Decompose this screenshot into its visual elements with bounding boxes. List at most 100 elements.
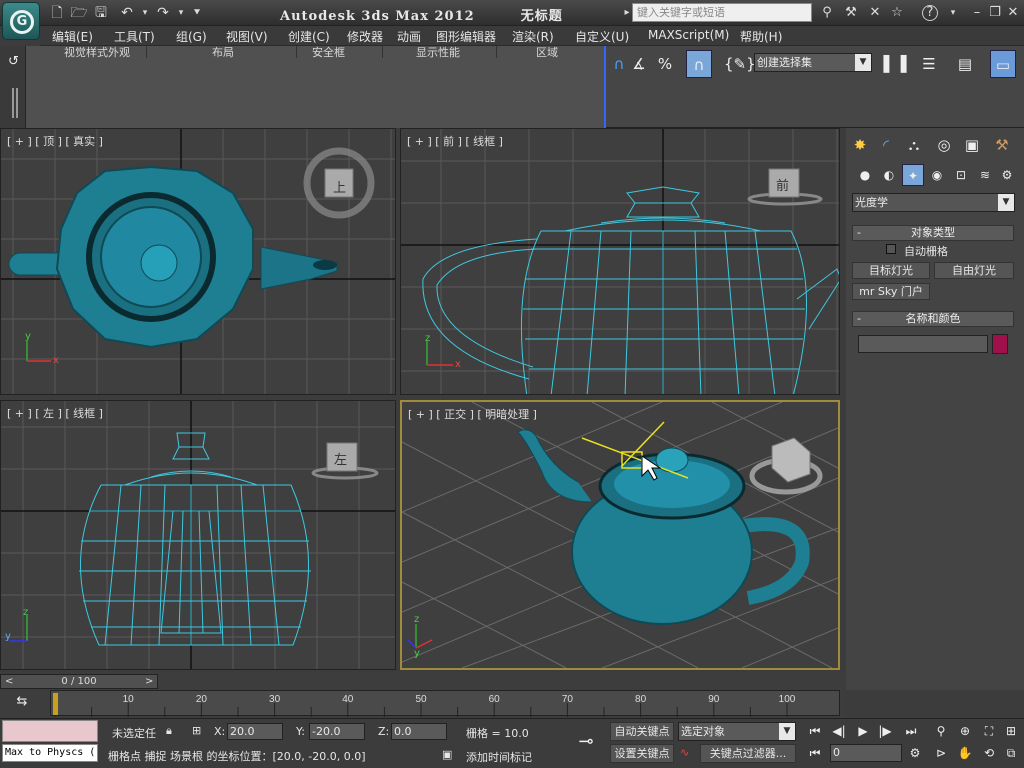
- menu-help[interactable]: 帮助(H): [740, 28, 782, 45]
- menu-rendering[interactable]: 渲染(R): [512, 28, 554, 45]
- systems-icon[interactable]: ⚙: [996, 164, 1018, 186]
- next-frame-icon[interactable]: |▶: [876, 722, 894, 740]
- angle-snap-icon[interactable]: ∡: [626, 50, 652, 78]
- key-mode-toggle-icon[interactable]: ⏮: [806, 744, 824, 762]
- communication-center-icon[interactable]: ✕: [866, 4, 884, 22]
- zoom-icon[interactable]: ⚲: [932, 722, 950, 740]
- close-icon[interactable]: ✕: [1004, 4, 1022, 22]
- play-icon[interactable]: ▶: [854, 722, 872, 740]
- previous-frame-icon[interactable]: ◀|: [830, 722, 848, 740]
- binoculars-icon[interactable]: ⚲: [818, 4, 836, 22]
- maxscript-mini-listener[interactable]: Max to Physcs (: [2, 744, 98, 762]
- search-input[interactable]: 键入关键字或短语: [632, 3, 812, 22]
- ribbon-toggle-button-icon[interactable]: ▭: [990, 50, 1016, 78]
- z-coordinate-field[interactable]: 0.0: [391, 723, 447, 740]
- geometry-icon[interactable]: ●: [854, 164, 876, 186]
- menu-modifiers[interactable]: 修改器: [347, 28, 383, 45]
- viewport-left-label[interactable]: [ + ] [ 左 ] [ 线框 ]: [7, 405, 103, 421]
- viewcube-top-face[interactable]: 上: [333, 177, 346, 196]
- object-type-rollout[interactable]: - 对象类型: [852, 225, 1014, 241]
- quick-access-menu-icon[interactable]: ⯆: [188, 4, 206, 22]
- time-configuration-icon[interactable]: ⚙: [906, 744, 924, 762]
- go-to-start-icon[interactable]: ⏮: [806, 722, 824, 740]
- minimize-icon[interactable]: –: [968, 4, 986, 22]
- viewcube-front-face[interactable]: 前: [776, 175, 789, 194]
- lights-icon[interactable]: ✦: [902, 164, 924, 186]
- zoom-extents-all-icon[interactable]: ⊞: [1002, 722, 1020, 740]
- time-slider[interactable]: < 0 / 100 >: [0, 674, 158, 689]
- set-key-icon[interactable]: ⊸: [566, 724, 606, 760]
- helpers-icon[interactable]: ⊡: [950, 164, 972, 186]
- hierarchy-tab-icon[interactable]: ⛬: [902, 134, 926, 156]
- time-tag-icon[interactable]: ▣: [442, 748, 452, 761]
- undo-dropdown-icon[interactable]: ▾: [136, 4, 154, 22]
- viewport-top[interactable]: [ + ] [ 顶 ] [ 真实 ] 上 y x: [0, 128, 396, 395]
- x-coordinate-field[interactable]: 20.0: [227, 723, 283, 740]
- menu-customize[interactable]: 自定义(U): [575, 28, 629, 45]
- save-icon[interactable]: 🖫: [92, 4, 110, 22]
- menu-create[interactable]: 创建(C): [288, 28, 330, 45]
- display-tab-icon[interactable]: ▣: [960, 134, 984, 156]
- align-icon[interactable]: ☰: [916, 50, 942, 78]
- key-mode-dropdown[interactable]: 选定对象 ▼: [678, 722, 796, 741]
- edit-named-selection-icon[interactable]: {✎}: [724, 50, 756, 78]
- time-slider-next[interactable]: >: [145, 675, 153, 688]
- create-tab-icon[interactable]: ✸: [848, 134, 872, 156]
- undo-icon[interactable]: ↶: [118, 4, 136, 22]
- viewport-front-label[interactable]: [ + ] [ 前 ] [ 线框 ]: [407, 133, 503, 149]
- auto-key-button[interactable]: 自动关键点: [610, 722, 674, 741]
- ribbon-tab-layout[interactable]: 布局: [212, 44, 234, 60]
- menu-views[interactable]: 视图(V): [226, 28, 268, 45]
- auto-grid-checkbox[interactable]: [886, 244, 896, 254]
- target-light-button[interactable]: 目标灯光: [852, 262, 930, 279]
- maximize-viewport-icon[interactable]: ⧉: [1002, 744, 1020, 762]
- modify-tab-icon[interactable]: ◜: [874, 134, 898, 156]
- lock-icon[interactable]: 🔒︎: [166, 724, 172, 738]
- orbit-icon[interactable]: ⟲: [980, 744, 998, 762]
- object-color-swatch[interactable]: [992, 334, 1008, 354]
- viewport-left[interactable]: [ + ] [ 左 ] [ 线框 ] 左 z y: [0, 400, 396, 670]
- restore-icon[interactable]: ❐: [986, 4, 1004, 22]
- ribbon-tab-display-performance[interactable]: 显示性能: [416, 44, 460, 60]
- subscription-icon[interactable]: ⚒: [842, 4, 860, 22]
- shapes-icon[interactable]: ◐: [878, 164, 900, 186]
- y-coordinate-field[interactable]: -20.0: [309, 723, 365, 740]
- menu-maxscript[interactable]: MAXScript(M): [648, 28, 729, 42]
- space-warps-icon[interactable]: ≋: [974, 164, 996, 186]
- free-light-button[interactable]: 自由灯光: [934, 262, 1014, 279]
- object-category-dropdown[interactable]: 光度学 ▼: [852, 193, 1015, 212]
- mirror-icon[interactable]: ▌▐: [882, 50, 908, 78]
- viewport-top-label[interactable]: [ + ] [ 顶 ] [ 真实 ]: [7, 133, 103, 149]
- key-filters-button[interactable]: 关键点过滤器...: [700, 744, 796, 763]
- help-dropdown-icon[interactable]: ▾: [944, 4, 962, 22]
- zoom-all-icon[interactable]: ⊕: [956, 722, 974, 740]
- track-bar[interactable]: 10 20 30 40 50 60 70 80 90 100: [50, 690, 840, 717]
- current-frame-field[interactable]: 0: [830, 744, 902, 762]
- open-file-icon[interactable]: 🗁: [70, 4, 88, 22]
- maxscript-listener-color[interactable]: [2, 720, 98, 742]
- ribbon-grip-icon[interactable]: [12, 88, 18, 118]
- viewcube-ortho[interactable]: [749, 437, 823, 495]
- ribbon-tab-safe-frame[interactable]: 安全框: [312, 44, 345, 60]
- ribbon-tab-visual-style[interactable]: 视觉样式外观: [64, 44, 130, 60]
- named-selection-set-dropdown[interactable]: 创建选择集 ▼: [754, 53, 872, 72]
- menu-graph-editors[interactable]: 图形编辑器: [436, 28, 496, 45]
- mr-sky-portal-button[interactable]: mr Sky 门户: [852, 283, 930, 300]
- time-slider-prev[interactable]: <: [5, 675, 13, 688]
- layer-manager-icon[interactable]: ▤: [952, 50, 978, 78]
- percent-snap-icon[interactable]: %: [652, 50, 678, 78]
- viewport-front[interactable]: [ + ] [ 前 ] [ 线框 ] 前 z x: [400, 128, 840, 395]
- help-icon[interactable]: ?: [922, 5, 938, 21]
- viewport-ortho-label[interactable]: [ + ] [ 正交 ] [ 明暗处理 ]: [408, 406, 537, 422]
- mini-curve-editor-icon[interactable]: ⇆: [10, 694, 34, 712]
- name-color-rollout[interactable]: - 名称和颜色: [852, 311, 1014, 327]
- favorites-icon[interactable]: ☆: [888, 4, 906, 22]
- current-frame-marker[interactable]: [53, 693, 58, 715]
- absolute-mode-icon[interactable]: ⊞: [192, 724, 201, 737]
- pan-icon[interactable]: ✋: [956, 744, 974, 762]
- add-time-tag-button[interactable]: 添加时间标记: [466, 749, 532, 765]
- utilities-tab-icon[interactable]: ⚒: [990, 134, 1014, 156]
- field-of-view-icon[interactable]: ⊳: [932, 744, 950, 762]
- viewcube-left-face[interactable]: 左: [334, 449, 347, 468]
- redo-icon[interactable]: ↷: [154, 4, 172, 22]
